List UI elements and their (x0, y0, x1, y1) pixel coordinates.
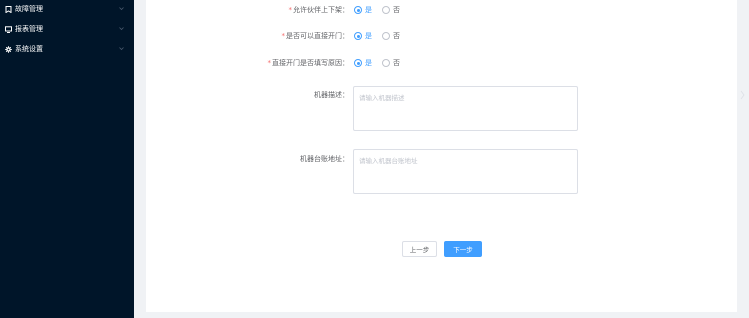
direct-open-radio-group: 是 否 (354, 31, 410, 41)
machine-address-label: 机器台账地址： (300, 155, 349, 163)
sidebar: 故障管理 报表管理 系统设置 (0, 0, 134, 318)
sidebar-item-label: 报表管理 (15, 25, 43, 33)
reason-required-radio-group: 是 否 (354, 58, 410, 68)
bookmark-icon (5, 5, 12, 13)
chevron-down-icon (118, 25, 125, 32)
machine-desc-label: 机器描述： (314, 91, 349, 99)
sidebar-item-label: 系统设置 (15, 45, 43, 53)
radio-checked-icon (354, 32, 362, 40)
radio-unchecked-icon (382, 32, 390, 40)
direct-open-yes-radio[interactable]: 是 (354, 31, 372, 41)
monitor-icon (5, 25, 12, 33)
chevron-down-icon (118, 5, 125, 12)
next-step-button[interactable]: 下一步 (444, 241, 482, 257)
chevron-down-icon (118, 45, 125, 52)
prev-step-button[interactable]: 上一步 (402, 241, 437, 257)
machine-address-textarea[interactable] (353, 149, 578, 194)
sidebar-item-fault-management[interactable]: 故障管理 (0, 0, 134, 18)
gear-icon (5, 45, 12, 53)
sidebar-item-label: 故障管理 (15, 5, 43, 13)
reason-required-yes-radio[interactable]: 是 (354, 58, 372, 68)
partner-shelf-yes-radio[interactable]: 是 (354, 5, 372, 15)
partner-shelf-radio-group: 是 否 (354, 5, 410, 15)
partner-shelf-no-radio[interactable]: 否 (382, 5, 400, 15)
reason-required-label: *直接开门是否填写原因： (267, 59, 350, 67)
radio-checked-icon (354, 59, 362, 67)
partner-shelf-label: *允许伙伴上下架： (288, 6, 350, 14)
machine-desc-textarea[interactable] (353, 86, 578, 131)
radio-unchecked-icon (382, 6, 390, 14)
sidebar-item-system-settings[interactable]: 系统设置 (0, 40, 134, 58)
radio-unchecked-icon (382, 59, 390, 67)
chevron-right-icon (740, 90, 746, 100)
direct-open-label: *是否可以直接开门： (281, 32, 350, 40)
radio-checked-icon (354, 6, 362, 14)
reason-required-no-radio[interactable]: 否 (382, 58, 400, 68)
sidebar-item-report-management[interactable]: 报表管理 (0, 20, 134, 38)
direct-open-no-radio[interactable]: 否 (382, 31, 400, 41)
